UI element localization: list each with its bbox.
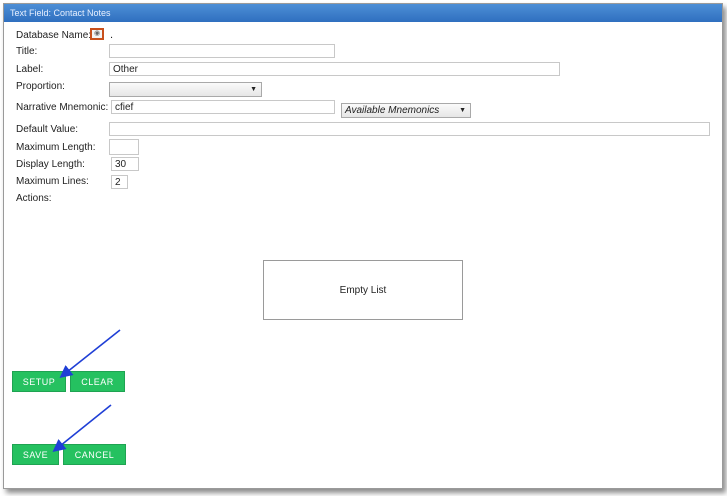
proportion-select[interactable]: ▼	[109, 82, 262, 97]
save-button[interactable]: SAVE	[12, 444, 59, 465]
clear-button[interactable]: CLEAR	[70, 371, 125, 392]
label-input[interactable]	[109, 62, 560, 76]
actions-list[interactable]: Empty List	[263, 260, 463, 320]
chevron-down-icon: ▼	[250, 86, 257, 93]
maximum-lines-label: Maximum Lines:	[16, 176, 89, 187]
maximum-length-input[interactable]	[109, 139, 139, 155]
available-mnemonics-select[interactable]: Available Mnemonics ▼	[341, 103, 471, 118]
proportion-label: Proportion:	[16, 81, 65, 92]
actions-label: Actions:	[16, 193, 52, 204]
title-label: Title:	[16, 46, 38, 57]
chevron-down-icon: ▼	[459, 107, 466, 114]
database-name-label: Database Name:	[16, 30, 92, 41]
display-length-input[interactable]	[111, 157, 139, 171]
label-label: Label:	[16, 64, 44, 75]
narrative-mnemonic-label: Narrative Mnemonic:	[16, 102, 109, 113]
default-value-label: Default Value:	[16, 124, 79, 135]
setup-button[interactable]: SETUP	[12, 371, 66, 392]
title-input[interactable]	[109, 44, 335, 58]
available-mnemonics-value: Available Mnemonics	[345, 105, 440, 116]
database-name-value: .	[110, 29, 114, 41]
maximum-length-label: Maximum Length:	[16, 142, 96, 153]
eye-icon[interactable]: ◉	[90, 28, 104, 40]
maximum-lines-input[interactable]	[111, 175, 128, 189]
display-length-label: Display Length:	[16, 159, 85, 170]
empty-list-text: Empty List	[339, 284, 387, 296]
window-title: Text Field: Contact Notes	[4, 4, 722, 22]
default-value-input[interactable]	[109, 122, 710, 136]
dialog-window: Text Field: Contact Notes Database Name:…	[3, 3, 723, 489]
cancel-button[interactable]: CANCEL	[63, 444, 126, 465]
narrative-mnemonic-input[interactable]	[111, 100, 335, 114]
